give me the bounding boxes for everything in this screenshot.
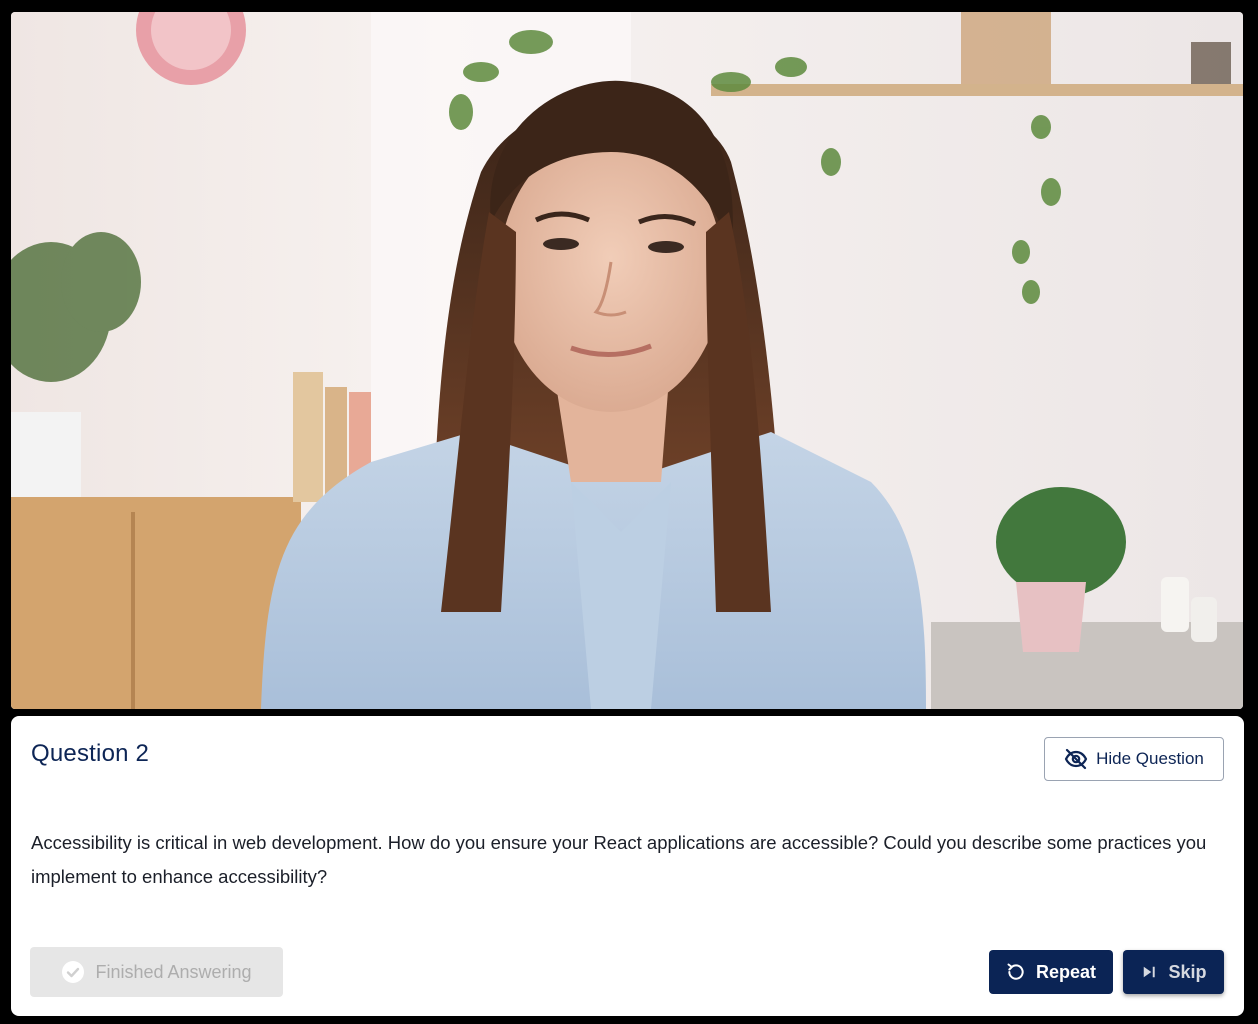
- repeat-button[interactable]: Repeat: [989, 950, 1113, 994]
- skip-button[interactable]: Skip: [1123, 950, 1224, 994]
- finished-answering-label: Finished Answering: [95, 961, 252, 982]
- repeat-label: Repeat: [1035, 961, 1097, 982]
- skip-forward-icon: [1140, 963, 1158, 981]
- interviewer-video: [11, 12, 1243, 709]
- skip-label: Skip: [1168, 961, 1207, 982]
- finished-answering-button[interactable]: Finished Answering: [30, 947, 283, 997]
- question-title: Question 2: [31, 740, 150, 767]
- hide-question-button[interactable]: Hide Question: [1044, 737, 1224, 781]
- question-panel: Question 2 Hide Question Accessibility i…: [11, 716, 1244, 1016]
- eye-off-icon: [1064, 747, 1088, 771]
- hide-question-label: Hide Question: [1096, 749, 1204, 768]
- rotate-ccw-icon: [1006, 962, 1026, 982]
- check-circle-icon: [61, 960, 85, 984]
- question-text: Accessibility is critical in web develop…: [31, 832, 1207, 887]
- video-frame-image: [11, 12, 1243, 709]
